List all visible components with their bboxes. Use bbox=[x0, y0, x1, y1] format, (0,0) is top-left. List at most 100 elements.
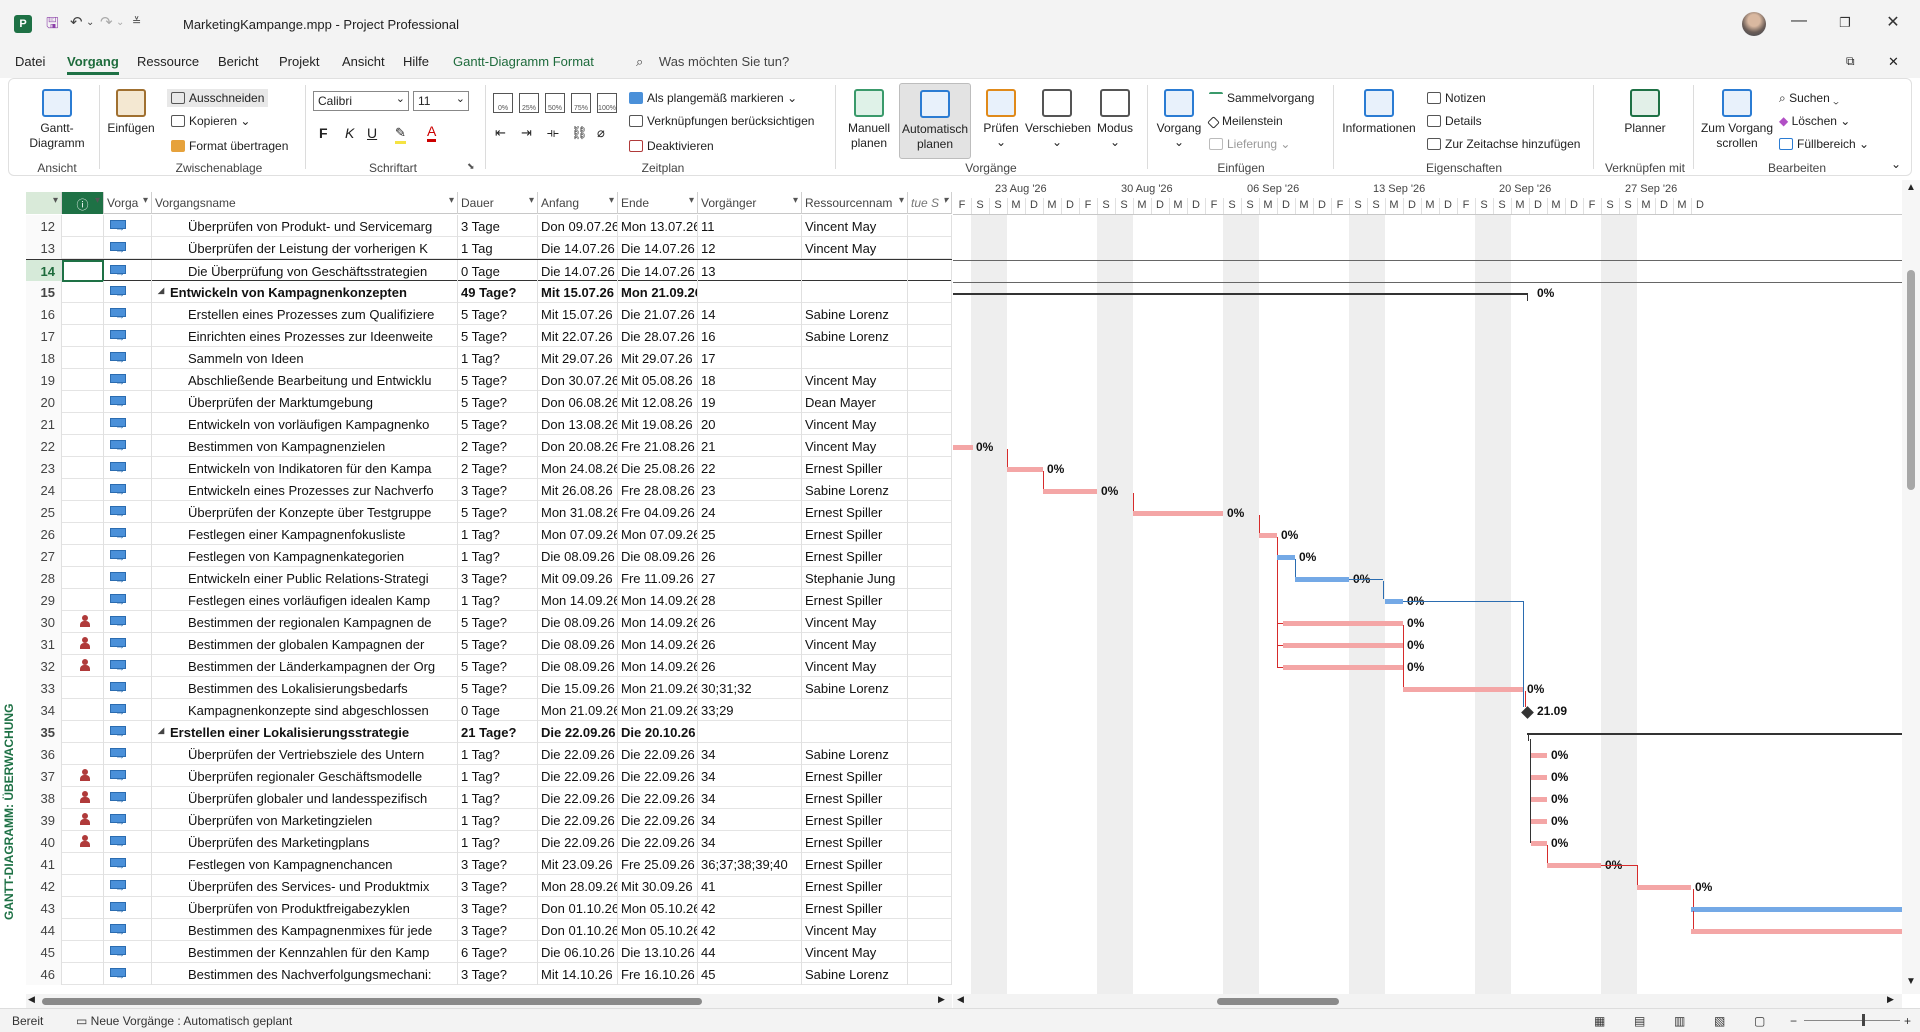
row-finish[interactable]: Mit 05.08.26 bbox=[618, 369, 698, 391]
row-resource[interactable] bbox=[802, 347, 908, 369]
row-duration[interactable]: 5 Tage? bbox=[458, 391, 538, 413]
row-empty[interactable] bbox=[908, 215, 952, 237]
row-resource[interactable]: Ernest Spiller bbox=[802, 831, 908, 853]
row-finish[interactable]: Die 22.09.26 bbox=[618, 787, 698, 809]
row-start[interactable]: Die 22.09.26 bbox=[538, 743, 618, 765]
row-start[interactable]: Die 22.09.26 bbox=[538, 787, 618, 809]
row-predecessors[interactable]: 11 bbox=[698, 215, 802, 237]
close-icon[interactable]: ✕ bbox=[1870, 12, 1916, 32]
gantt-task-bar[interactable] bbox=[1043, 489, 1097, 494]
row-start[interactable]: Die 22.09.26 bbox=[538, 721, 618, 743]
row-id[interactable]: 28 bbox=[26, 567, 62, 589]
table-row[interactable]: 15 Entwickeln von Kampagnenkonzepten ◢ 49 T… bbox=[26, 281, 952, 303]
row-task-name[interactable]: Überprüfen globaler und landesspezifisch bbox=[152, 787, 458, 809]
table-row[interactable]: 29 Festlegen eines vorläufigen idealen Ka… bbox=[26, 589, 952, 611]
gantt-scroll-left-icon[interactable]: ◀ bbox=[957, 994, 964, 1005]
auto-schedule-button[interactable]: Automatisch planen bbox=[899, 83, 971, 159]
row-predecessors[interactable]: 19 bbox=[698, 391, 802, 413]
row-duration[interactable]: 5 Tage? bbox=[458, 325, 538, 347]
row-duration[interactable]: 3 Tage? bbox=[458, 963, 538, 985]
redo-dropdown-icon[interactable]: ⌄ bbox=[116, 17, 124, 28]
row-duration[interactable]: 1 Tag? bbox=[458, 523, 538, 545]
gantt-view-shortcut-icon[interactable]: ▦ bbox=[1594, 1014, 1605, 1028]
table-row[interactable]: 22 Bestimmen von Kampagnenzielen 2 Tage? Do… bbox=[26, 435, 952, 457]
row-task-name[interactable]: Erstellen einer Lokalisierungsstrategie ◢ bbox=[152, 721, 458, 743]
row-id[interactable]: 38 bbox=[26, 787, 62, 809]
row-empty[interactable] bbox=[908, 457, 952, 479]
row-start[interactable]: Mon 14.09.26 bbox=[538, 589, 618, 611]
row-task-name[interactable]: Festlegen einer Kampagnenfokusliste bbox=[152, 523, 458, 545]
gantt-task-bar[interactable] bbox=[1531, 819, 1547, 824]
row-finish[interactable]: Mit 29.07.26 bbox=[618, 347, 698, 369]
ribbon-display-icon[interactable]: ⧉ bbox=[1846, 54, 1855, 69]
indicators-header[interactable]: ⓘ bbox=[62, 192, 104, 214]
row-start[interactable]: Mit 14.10.26 bbox=[538, 963, 618, 985]
row-id[interactable]: 42 bbox=[26, 875, 62, 897]
header-finish[interactable]: Ende bbox=[618, 192, 698, 214]
row-predecessors[interactable]: 26 bbox=[698, 545, 802, 567]
gantt-task-bar[interactable] bbox=[1547, 863, 1601, 868]
clear-button[interactable]: ◆ Löschen ⌄ bbox=[1779, 114, 1850, 128]
insert-task-button[interactable]: Vorgang ⌄ bbox=[1153, 89, 1205, 149]
pct-50-button[interactable]: 50% bbox=[545, 93, 565, 113]
table-row[interactable]: 30 Bestimmen der regionalen Kampagnen de 5… bbox=[26, 611, 952, 633]
find-button[interactable]: ⌕ Suchen ⌄ bbox=[1779, 91, 1839, 106]
row-empty[interactable] bbox=[908, 765, 952, 787]
row-predecessors[interactable]: 42 bbox=[698, 897, 802, 919]
row-resource[interactable]: Vincent May bbox=[802, 633, 908, 655]
row-finish[interactable]: Mit 12.08.26 bbox=[618, 391, 698, 413]
row-id[interactable]: 30 bbox=[26, 611, 62, 633]
row-duration[interactable]: 1 Tag bbox=[458, 237, 538, 259]
row-resource[interactable]: Sabine Lorenz bbox=[802, 325, 908, 347]
paste-button[interactable]: Einfügen bbox=[107, 89, 155, 135]
row-resource[interactable]: Sabine Lorenz bbox=[802, 963, 908, 985]
gantt-task-bar[interactable] bbox=[1259, 533, 1277, 538]
gantt-task-bar[interactable] bbox=[1277, 555, 1295, 560]
table-row[interactable]: 32 Bestimmen der Länderkampagnen der Org 5… bbox=[26, 655, 952, 677]
row-resource[interactable]: Vincent May bbox=[802, 611, 908, 633]
row-task-name[interactable]: Erstellen eines Prozesses zum Qualifizie… bbox=[152, 303, 458, 325]
format-painter-button[interactable]: Format übertragen bbox=[171, 139, 288, 153]
row-task-name[interactable]: Überprüfen regionaler Geschäftsmodelle bbox=[152, 765, 458, 787]
font-family-select[interactable]: Calibri bbox=[313, 91, 409, 111]
row-duration[interactable]: 5 Tage? bbox=[458, 369, 538, 391]
row-start[interactable]: Die 06.10.26 bbox=[538, 941, 618, 963]
header-start[interactable]: Anfang bbox=[538, 192, 618, 214]
row-predecessors[interactable]: 41 bbox=[698, 875, 802, 897]
gantt-task-bar[interactable] bbox=[1531, 797, 1547, 802]
row-resource[interactable] bbox=[802, 281, 908, 303]
row-duration[interactable]: 5 Tage? bbox=[458, 413, 538, 435]
collapse-triangle-icon[interactable]: ◢ bbox=[158, 726, 164, 735]
row-empty[interactable] bbox=[908, 897, 952, 919]
row-start[interactable]: Don 30.07.26 bbox=[538, 369, 618, 391]
unlink-tasks-icon[interactable]: ⌀ bbox=[597, 125, 605, 141]
row-resource[interactable]: Sabine Lorenz bbox=[802, 677, 908, 699]
milestone-button[interactable]: Meilenstein bbox=[1207, 114, 1283, 129]
row-start[interactable]: Die 22.09.26 bbox=[538, 831, 618, 853]
summary-task-button[interactable]: Sammelvorgang bbox=[1209, 91, 1314, 105]
row-predecessors[interactable]: 26 bbox=[698, 655, 802, 677]
row-duration[interactable]: 2 Tage? bbox=[458, 457, 538, 479]
scroll-up-icon[interactable]: ▲ bbox=[1906, 182, 1916, 193]
row-empty[interactable] bbox=[908, 413, 952, 435]
row-predecessors[interactable]: 25 bbox=[698, 523, 802, 545]
row-resource[interactable] bbox=[802, 260, 908, 282]
row-id[interactable]: 21 bbox=[26, 413, 62, 435]
row-resource[interactable]: Sabine Lorenz bbox=[802, 743, 908, 765]
row-start[interactable]: Die 08.09.26 bbox=[538, 611, 618, 633]
gantt-task-bar[interactable] bbox=[1691, 929, 1902, 934]
row-task-name[interactable]: Festlegen eines vorläufigen idealen Kamp bbox=[152, 589, 458, 611]
table-row[interactable]: 34 Kampagnenkonzepte sind abgeschlossen 0 … bbox=[26, 699, 952, 721]
row-finish[interactable]: Die 14.07.26 bbox=[618, 237, 698, 259]
row-finish[interactable]: Die 08.09.26 bbox=[618, 545, 698, 567]
row-duration[interactable]: 1 Tag? bbox=[458, 765, 538, 787]
row-resource[interactable]: Ernest Spiller bbox=[802, 875, 908, 897]
row-duration[interactable]: 3 Tage? bbox=[458, 919, 538, 941]
row-predecessors[interactable]: 44 bbox=[698, 941, 802, 963]
row-task-name[interactable]: Bestimmen von Kampagnenzielen bbox=[152, 435, 458, 457]
row-empty[interactable] bbox=[908, 281, 952, 303]
header-resource-names[interactable]: Ressourcennam bbox=[802, 192, 908, 214]
row-duration[interactable]: 2 Tage? bbox=[458, 435, 538, 457]
restore-icon[interactable]: ❐ bbox=[1822, 15, 1868, 31]
row-finish[interactable]: Fre 04.09.26 bbox=[618, 501, 698, 523]
